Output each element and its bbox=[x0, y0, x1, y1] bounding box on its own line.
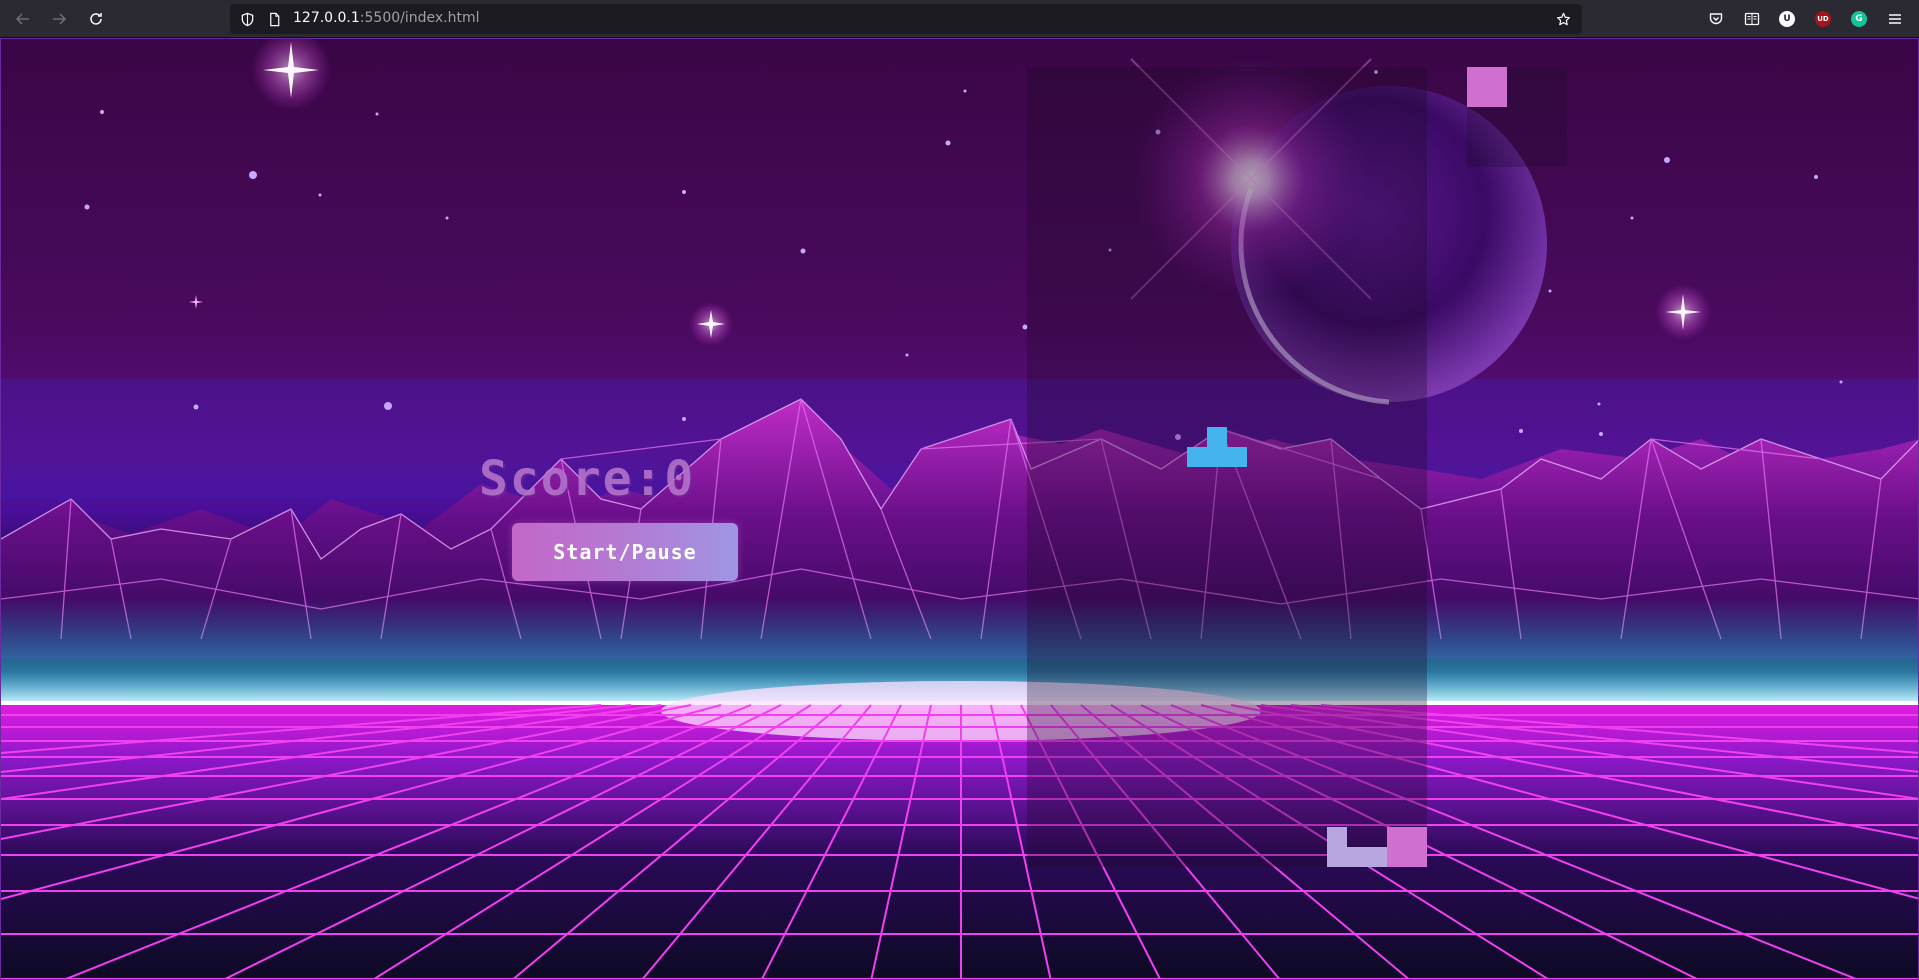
page-icon bbox=[266, 11, 282, 27]
url-path: :5500/index.html bbox=[359, 10, 480, 26]
ublock-extension-icon[interactable]: U bbox=[1775, 7, 1799, 31]
ud-extension-icon[interactable]: UD bbox=[1811, 7, 1835, 31]
falling-piece-block bbox=[1187, 447, 1247, 467]
grammarly-badge-label: G bbox=[1851, 11, 1867, 27]
url-text[interactable]: 127.0.0.1:5500/index.html bbox=[293, 10, 480, 26]
ud-badge-label: UD bbox=[1815, 11, 1831, 27]
url-host: 127.0.0.1 bbox=[293, 10, 360, 26]
landed-block bbox=[1327, 827, 1347, 847]
tetris-playfield bbox=[1027, 67, 1427, 867]
start-pause-button[interactable]: Start/Pause bbox=[512, 523, 738, 581]
reload-icon[interactable] bbox=[84, 7, 108, 31]
falling-piece-block bbox=[1207, 427, 1227, 447]
forward-arrow-icon[interactable] bbox=[47, 7, 71, 31]
url-bar[interactable]: 127.0.0.1:5500/index.html bbox=[230, 4, 1582, 34]
synthwave-background bbox=[1, 39, 1918, 979]
score-display: Score:0 bbox=[479, 451, 695, 507]
back-arrow-icon[interactable] bbox=[11, 7, 35, 31]
star-icon[interactable] bbox=[1555, 11, 1571, 27]
score-label: Score: bbox=[479, 451, 665, 507]
game-page: Score:0 Start/Pause bbox=[0, 38, 1919, 980]
next-piece-preview bbox=[1467, 67, 1567, 167]
reader-view-icon[interactable] bbox=[1740, 7, 1764, 31]
landed-block bbox=[1327, 847, 1387, 867]
hamburger-menu-icon[interactable] bbox=[1883, 7, 1907, 31]
pocket-icon[interactable] bbox=[1704, 7, 1728, 31]
shield-icon[interactable] bbox=[239, 11, 255, 27]
ublock-badge-label: U bbox=[1779, 11, 1795, 27]
grammarly-extension-icon[interactable]: G bbox=[1847, 7, 1871, 31]
score-value: 0 bbox=[664, 451, 696, 507]
browser-toolbar: 127.0.0.1:5500/index.html U UD G bbox=[0, 0, 1919, 38]
landed-block bbox=[1387, 827, 1427, 867]
next-piece-block bbox=[1467, 67, 1507, 107]
